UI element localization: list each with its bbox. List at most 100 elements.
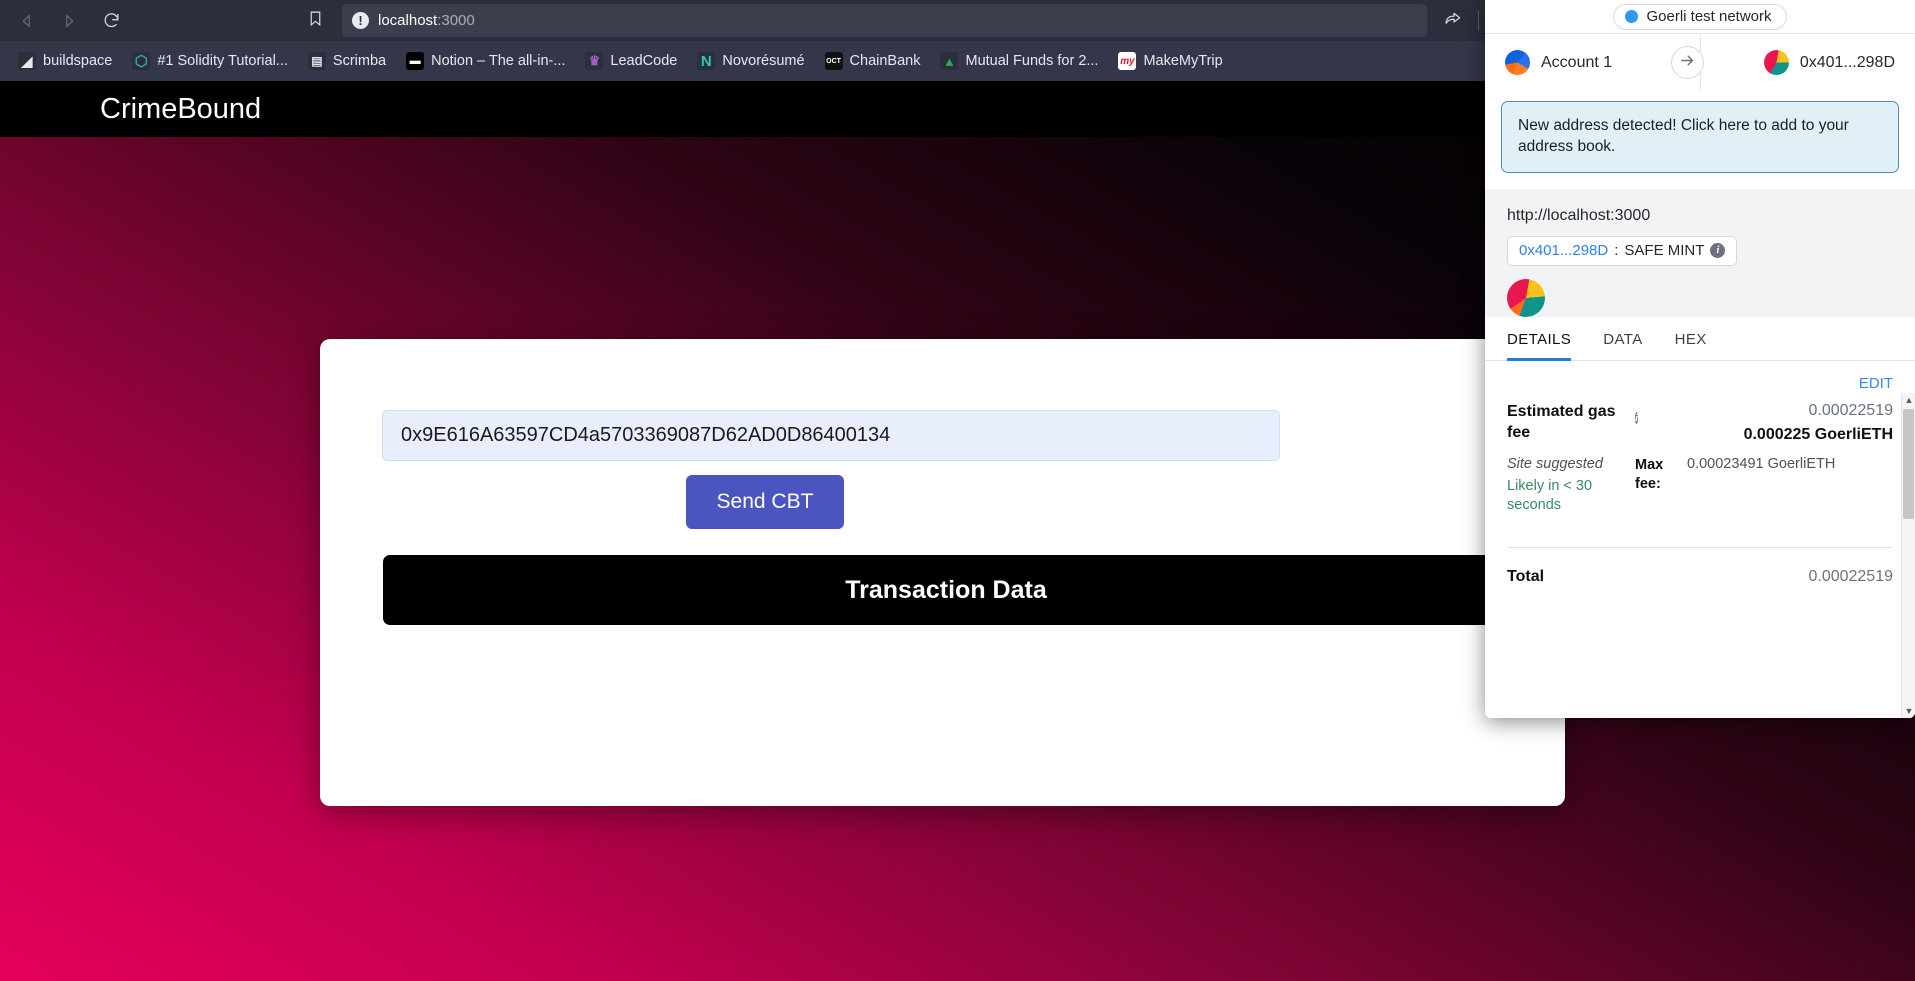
bookmark-item[interactable]: my MakeMyTrip: [1110, 48, 1230, 74]
back-button[interactable]: [10, 4, 44, 38]
bookmark-label: Scrimba: [332, 53, 387, 69]
origin-section: http://localhost:3000 0x401...298D : SAF…: [1485, 189, 1915, 266]
gas-speed-row: Site suggested Likely in < 30 seconds Ma…: [1507, 456, 1893, 515]
chevron-up-icon[interactable]: ▲: [1902, 393, 1915, 407]
makemytrip-icon: my: [1118, 52, 1137, 70]
reload-icon: [102, 11, 121, 30]
details-panel: EDIT Estimated gas fee i 0.00022519 0.00…: [1485, 360, 1915, 718]
to-account-label: 0x401...298D: [1799, 53, 1895, 71]
bookmark-label: Novorésumé: [722, 53, 805, 69]
chevron-down-icon[interactable]: ▼: [1902, 704, 1915, 718]
new-address-notice[interactable]: New address detected! Click here to add …: [1501, 101, 1899, 173]
url-host: localhost: [378, 12, 438, 29]
metamask-body: http://localhost:3000 0x401...298D : SAF…: [1485, 188, 1915, 718]
from-account[interactable]: Account 1: [1505, 50, 1612, 75]
toolbar-divider: [1478, 10, 1479, 31]
bookmark-item[interactable]: N Novorésumé: [689, 48, 812, 74]
solidity-tutorial-icon: ⬡: [132, 52, 151, 70]
address-bar[interactable]: ! localhost:3000: [342, 4, 1427, 37]
bookmark-item[interactable]: OCT ChainBank: [817, 48, 929, 74]
bookmark-item[interactable]: ▬ Notion – The all-in-...: [398, 48, 573, 74]
gas-fee-amounts: 0.00022519 0.000225 GoerliETH: [1744, 402, 1893, 444]
bookmark-label: MakeMyTrip: [1143, 53, 1223, 69]
network-selector[interactable]: Goerli test network: [1613, 3, 1787, 30]
novoresume-icon: N: [697, 52, 716, 70]
from-account-label: Account 1: [1541, 53, 1613, 71]
info-icon[interactable]: i: [1710, 243, 1726, 259]
forward-arrow-icon: [60, 12, 78, 30]
to-account[interactable]: 0x401...298D: [1763, 50, 1895, 75]
arrow-right-icon: [1679, 52, 1696, 74]
metamask-network-row: Goerli test network: [1485, 0, 1915, 33]
gas-speed-info: Site suggested Likely in < 30 seconds: [1507, 456, 1635, 515]
main-card: 0x9E616A63597CD4a5703369087D62AD0D864001…: [320, 339, 1565, 806]
total-value: 0.00022519: [1808, 567, 1893, 585]
tab-data[interactable]: DATA: [1603, 331, 1642, 361]
bookmark-label: LeadCode: [610, 53, 678, 69]
max-fee-label: Max fee:: [1635, 456, 1664, 492]
transaction-data-header: Transaction Data: [383, 555, 1509, 625]
reload-button[interactable]: [94, 4, 128, 38]
navigation-buttons: [0, 4, 128, 38]
total-label: Total: [1507, 567, 1545, 585]
tab-details[interactable]: DETAILS: [1507, 331, 1572, 361]
scrollbar-thumb[interactable]: [1903, 408, 1914, 519]
notice-wrapper: New address detected! Click here to add …: [1485, 91, 1915, 189]
chainbank-icon: OCT: [824, 52, 843, 70]
bookmark-item[interactable]: ♛ LeadCode: [577, 48, 685, 74]
site-suggested-label: Site suggested: [1507, 455, 1603, 472]
scrimba-icon: ▤: [307, 52, 326, 70]
max-fee-value: 0.00023491 GoerliETH: [1687, 455, 1836, 472]
leadcode-icon: ♛: [585, 52, 604, 70]
forward-button[interactable]: [52, 4, 86, 38]
gas-fee-label: Estimated gas fee: [1507, 402, 1616, 441]
send-cbt-button[interactable]: Send CBT: [686, 475, 844, 529]
address-bar-text: localhost:3000: [378, 12, 475, 29]
transfer-direction: [1671, 46, 1705, 79]
bookmark-item[interactable]: ◢ buildspace: [10, 48, 120, 74]
contract-method: SAFE MINT: [1624, 242, 1705, 260]
back-arrow-icon: [18, 12, 36, 30]
share-button[interactable]: [1435, 4, 1469, 38]
site-info-icon[interactable]: !: [352, 12, 369, 29]
gas-fee-native: 0.000225 GoerliETH: [1743, 425, 1893, 443]
gas-speed-estimate: Likely in < 30 seconds: [1507, 477, 1593, 513]
bookmark-item[interactable]: ▲ Mutual Funds for 2...: [932, 48, 1106, 74]
origin-url: http://localhost:3000: [1507, 206, 1651, 224]
bookmark-button[interactable]: [298, 4, 332, 38]
page-title: CrimeBound: [100, 92, 262, 125]
info-icon[interactable]: i: [1635, 411, 1639, 424]
notion-icon: ▬: [406, 52, 425, 70]
bookmark-item[interactable]: ▤ Scrimba: [300, 48, 394, 74]
bookmark-label: Mutual Funds for 2...: [965, 53, 1099, 69]
bookmark-icon: [307, 9, 324, 33]
accounts-row: Account 1 0x401...298D: [1485, 33, 1915, 91]
bookmark-item[interactable]: ⬡ #1 Solidity Tutorial...: [124, 48, 296, 74]
contract-separator: :: [1614, 242, 1619, 260]
contract-address[interactable]: 0x401...298D: [1519, 242, 1608, 259]
metamask-tabs: DETAILS DATA HEX: [1485, 316, 1915, 361]
screen-root: ! localhost:3000 ◢ buildspace ⬡ #1 Solid…: [0, 0, 1915, 981]
google-drive-icon: ▲: [940, 52, 959, 70]
metamask-scrollbar[interactable]: ▲ ▼: [1901, 392, 1915, 718]
details-divider: [1507, 546, 1893, 548]
tab-hex[interactable]: HEX: [1675, 331, 1707, 361]
metamask-popup: Goerli test network Account 1 0x401...29…: [1485, 0, 1915, 718]
gas-fee-fiat: 0.00022519: [1808, 401, 1893, 419]
bookmark-label: #1 Solidity Tutorial...: [157, 53, 288, 69]
to-account-avatar: [1763, 50, 1789, 75]
share-icon: [1443, 9, 1462, 33]
buildspace-icon: ◢: [18, 52, 36, 70]
network-status-dot: [1625, 10, 1639, 23]
transaction-data-label: Transaction Data: [845, 575, 1047, 604]
estimated-gas-fee-row: Estimated gas fee i 0.00022519 0.000225 …: [1507, 398, 1893, 444]
gas-fee-info[interactable]: i: [1635, 408, 1639, 426]
bookmark-label: buildspace: [43, 53, 113, 69]
url-port: :3000: [437, 12, 475, 29]
from-account-avatar: [1505, 50, 1530, 75]
total-row: Total 0.00022519: [1507, 568, 1893, 586]
wallet-address-input[interactable]: 0x9E616A63597CD4a5703369087D62AD0D864001…: [382, 410, 1280, 461]
contract-avatar: [1507, 278, 1545, 317]
edit-gas-button[interactable]: EDIT: [1507, 361, 1893, 398]
contract-method-pill[interactable]: 0x401...298D : SAFE MINT i: [1507, 235, 1738, 266]
